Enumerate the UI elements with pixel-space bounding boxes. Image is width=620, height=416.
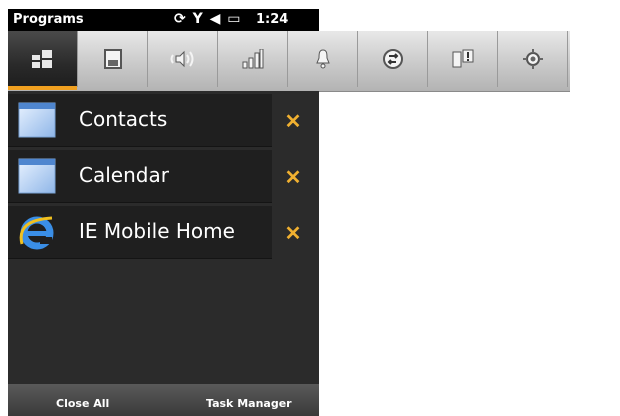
- programs-panel: Contacts ✕ Calendar ✕ IE Mobile Home ✕: [8, 91, 319, 416]
- program-label: Contacts: [79, 107, 168, 131]
- device-icon: [452, 49, 473, 68]
- tab-notification[interactable]: [288, 31, 358, 87]
- tab-device[interactable]: [428, 31, 498, 87]
- program-label: Calendar: [79, 163, 169, 187]
- tab-connection[interactable]: [358, 31, 428, 87]
- status-bar: Programs ⟳ Y ◀ ▭ 1:24: [8, 9, 319, 31]
- signal-icon: Y: [192, 11, 204, 27]
- signal-icon: [242, 49, 263, 69]
- list-item[interactable]: Contacts: [8, 94, 272, 147]
- close-icon[interactable]: ✕: [280, 109, 306, 135]
- gear-icon: [522, 49, 543, 69]
- window-icon: [18, 158, 56, 194]
- tab-settings[interactable]: [498, 31, 568, 87]
- task-manager-button[interactable]: Task Manager: [206, 397, 292, 410]
- status-title: Programs: [13, 12, 84, 27]
- window-icon: [18, 102, 56, 138]
- close-all-button[interactable]: Close All: [56, 397, 109, 410]
- sync-icon: ⟳: [174, 11, 187, 27]
- sound-icon: [170, 50, 193, 68]
- bell-icon: [315, 49, 330, 69]
- programs-icon: [31, 50, 52, 68]
- tab-memory[interactable]: [78, 31, 148, 87]
- connection-icon: [382, 49, 403, 69]
- tab-bar: [8, 31, 570, 92]
- battery-icon: ▭: [227, 11, 242, 27]
- tab-sound[interactable]: [148, 31, 218, 87]
- list-item[interactable]: Calendar: [8, 150, 272, 203]
- bottom-bar: Close All Task Manager: [8, 384, 319, 416]
- speaker-icon: ◀: [209, 11, 222, 27]
- memory-icon: [103, 49, 122, 69]
- internet-explorer-icon: [19, 216, 54, 250]
- tab-signal[interactable]: [218, 31, 288, 87]
- program-label: IE Mobile Home: [79, 219, 235, 243]
- list-item[interactable]: IE Mobile Home: [8, 206, 272, 259]
- close-icon[interactable]: ✕: [280, 221, 306, 247]
- status-time: 1:24: [256, 12, 289, 27]
- tab-programs[interactable]: [8, 31, 78, 90]
- status-icons: ⟳ Y ◀ ▭: [174, 11, 242, 27]
- close-icon[interactable]: ✕: [280, 165, 306, 191]
